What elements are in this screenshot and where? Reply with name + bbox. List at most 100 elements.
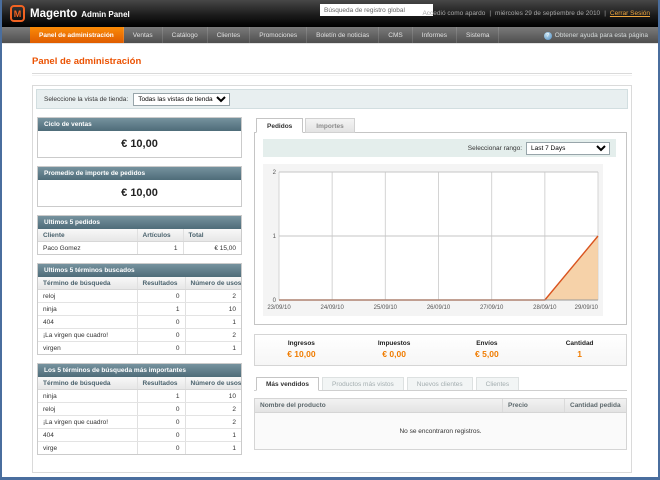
column-header: Resultados xyxy=(137,277,185,290)
column-header: Artículos xyxy=(137,229,183,242)
tab-new-customers[interactable]: Nuevos clientes xyxy=(407,377,473,390)
nav-item-customers[interactable]: Clientes xyxy=(208,27,250,43)
table-row[interactable]: ninja 1 10 xyxy=(38,390,241,403)
title-divider xyxy=(32,73,632,76)
top-search-terms-table: Término de búsqueda Resultados Número de… xyxy=(38,377,241,454)
nav-item-sales[interactable]: Ventas xyxy=(124,27,163,43)
table-row[interactable]: ¡La virgen que cuadro! 0 2 xyxy=(38,416,241,429)
average-orders-value: € 10,00 xyxy=(38,180,241,206)
orders-chart: 01223/09/1024/09/1025/09/1026/09/1027/09… xyxy=(263,164,616,316)
get-help-label: Obtener ayuda para esta página xyxy=(555,32,648,39)
card-title: Ultimos 5 pedidos xyxy=(38,216,241,229)
total-tax: Impuestos € 0,00 xyxy=(348,340,441,359)
table-row[interactable]: reloj 0 2 xyxy=(38,403,241,416)
tab-most-viewed[interactable]: Productos más vistos xyxy=(322,377,404,390)
global-search-input[interactable] xyxy=(320,4,433,16)
table-row[interactable]: reloj 0 2 xyxy=(38,290,241,303)
card-title: Ciclo de ventas xyxy=(38,118,241,131)
svg-text:24/09/10: 24/09/10 xyxy=(320,305,344,311)
tab-customers[interactable]: Clientes xyxy=(476,377,519,390)
column-header: Cantidad pedida xyxy=(564,399,626,412)
range-select[interactable]: Last 7 Days xyxy=(526,142,610,155)
column-header: Término de búsqueda xyxy=(38,277,137,290)
nav-item-newsletter[interactable]: Boletín de noticias xyxy=(307,27,379,43)
card-title: Los 5 términos de búsqueda más important… xyxy=(38,364,241,377)
svg-text:25/09/10: 25/09/10 xyxy=(374,305,398,311)
total-revenue: Ingresos € 10,00 xyxy=(255,340,348,359)
total-quantity: Cantidad 1 xyxy=(533,340,626,359)
magento-admin-window: M Magento Admin Panel Accedió como apard… xyxy=(0,0,660,480)
tab-orders[interactable]: Pedidos xyxy=(256,118,303,133)
nav-item-system[interactable]: Sistema xyxy=(457,27,499,43)
grid-tabs: Más vendidos Productos más vistos Nuevos… xyxy=(254,377,627,391)
dashboard-container: Seleccione la vista de tienda: Todas las… xyxy=(32,85,632,473)
nav-item-promotions[interactable]: Promociones xyxy=(250,27,307,43)
column-header: Número de usos xyxy=(185,377,241,390)
orders-area-chart: 01223/09/1024/09/1025/09/1026/09/1027/09… xyxy=(263,164,603,316)
nav-item-cms[interactable]: CMS xyxy=(379,27,412,43)
nav-item-dashboard[interactable]: Panel de administración xyxy=(30,27,124,43)
table-row[interactable]: 404 0 1 xyxy=(38,429,241,442)
last-orders-card: Ultimos 5 pedidos Cliente Artículos Tota… xyxy=(37,215,242,255)
table-row[interactable]: ninja 1 10 xyxy=(38,303,241,316)
help-globe-icon: ? xyxy=(544,32,552,40)
table-row[interactable]: virgen 0 1 xyxy=(38,342,241,355)
logged-in-as-text: Accedió como apardo xyxy=(422,10,485,17)
get-help-link[interactable]: ? Obtener ayuda para esta página xyxy=(544,27,648,44)
main-nav: Panel de administración Ventas Catálogo … xyxy=(2,27,658,44)
magento-logo-icon: M xyxy=(10,5,25,22)
range-label: Seleccionar rango: xyxy=(468,145,522,152)
svg-text:23/09/10: 23/09/10 xyxy=(267,305,291,311)
top-search-terms-card: Los 5 términos de búsqueda más important… xyxy=(37,363,242,455)
brand-name: Magento xyxy=(30,8,77,20)
current-date-text: miércoles 29 de septiembre de 2010 xyxy=(495,10,600,17)
average-orders-card: Promedio de importe de pedidos € 10,00 xyxy=(37,166,242,207)
table-row[interactable]: virge 0 1 xyxy=(38,442,241,455)
column-header: Cliente xyxy=(38,229,137,242)
svg-text:28/09/10: 28/09/10 xyxy=(533,305,557,311)
store-view-select[interactable]: Todas las vistas de tienda xyxy=(133,93,230,106)
lifetime-sales-value: € 10,00 xyxy=(38,131,241,157)
table-row[interactable]: 404 0 1 xyxy=(38,316,241,329)
page-title: Panel de administración xyxy=(32,56,632,67)
nav-item-catalog[interactable]: Catálogo xyxy=(163,27,208,43)
separator: | xyxy=(489,10,491,17)
right-column: Pedidos Importes Seleccionar rango: Last… xyxy=(254,117,627,463)
chart-tabs: Pedidos Importes xyxy=(254,118,627,133)
range-selector-bar: Seleccionar rango: Last 7 Days xyxy=(263,139,616,157)
column-header: Número de usos xyxy=(185,277,241,290)
column-header: Resultados xyxy=(137,377,185,390)
bestsellers-grid: Nombre del producto Precio Cantidad pedi… xyxy=(254,398,627,450)
svg-text:26/09/10: 26/09/10 xyxy=(427,305,451,311)
nav-item-reports[interactable]: Informes xyxy=(413,27,457,43)
app-header: M Magento Admin Panel Accedió como apard… xyxy=(2,0,658,27)
column-header: Nombre del producto xyxy=(255,399,502,412)
left-column: Ciclo de ventas € 10,00 Promedio de impo… xyxy=(37,117,242,463)
table-row[interactable]: Paco Gomez 1 € 15,00 xyxy=(38,242,241,255)
tab-bestsellers[interactable]: Más vendidos xyxy=(256,377,319,391)
grid-header: Nombre del producto Precio Cantidad pedi… xyxy=(255,399,626,413)
content-area: Panel de administración Seleccione la vi… xyxy=(2,44,658,473)
empty-records-message: No se encontraron registros. xyxy=(255,413,626,449)
svg-text:29/09/10: 29/09/10 xyxy=(575,305,599,311)
last-search-terms-table: Término de búsqueda Resultados Número de… xyxy=(38,277,241,354)
store-switcher-label: Seleccione la vista de tienda: xyxy=(44,96,128,103)
column-header: Precio xyxy=(502,399,564,412)
card-title: Promedio de importe de pedidos xyxy=(38,167,241,180)
separator: | xyxy=(604,10,606,17)
tab-amounts[interactable]: Importes xyxy=(305,118,354,133)
logout-link[interactable]: Cerrar Sesión xyxy=(610,10,650,17)
lifetime-sales-card: Ciclo de ventas € 10,00 xyxy=(37,117,242,158)
last-orders-table: Cliente Artículos Total Paco Gomez 1 € 1… xyxy=(38,229,241,254)
column-header: Término de búsqueda xyxy=(38,377,137,390)
store-switcher-bar: Seleccione la vista de tienda: Todas las… xyxy=(36,89,628,109)
column-header: Total xyxy=(183,229,241,242)
totals-box: Ingresos € 10,00 Impuestos € 0,00 Envíos… xyxy=(254,334,627,366)
svg-text:27/09/10: 27/09/10 xyxy=(480,305,504,311)
table-row[interactable]: ¡La virgen que cuadro! 0 2 xyxy=(38,329,241,342)
total-shipping: Envíos € 5,00 xyxy=(441,340,534,359)
card-title: Ultimos 5 términos buscados xyxy=(38,264,241,277)
last-search-terms-card: Ultimos 5 términos buscados Término de b… xyxy=(37,263,242,355)
brand-suffix: Admin Panel xyxy=(81,10,129,19)
header-user-info: Accedió como apardo | miércoles 29 de se… xyxy=(422,0,650,27)
